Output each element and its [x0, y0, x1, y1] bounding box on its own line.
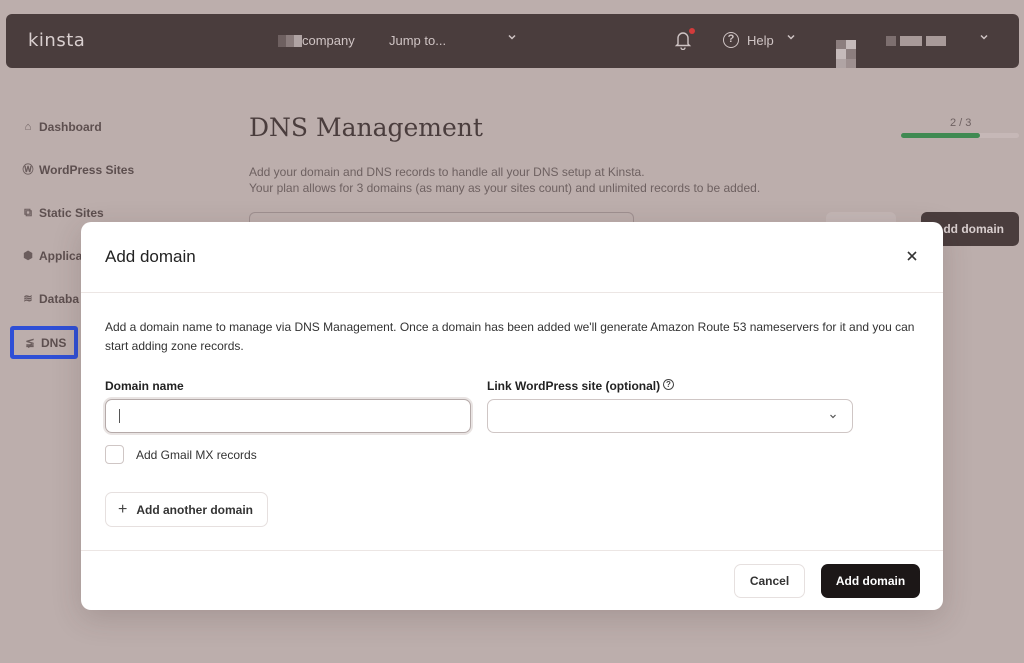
help-icon[interactable]: ?	[723, 32, 739, 48]
wordpress-icon: Ⓦ	[22, 164, 34, 176]
notification-dot	[689, 28, 695, 34]
footer-divider	[81, 550, 943, 551]
sidebar-item-label: WordPress Sites	[39, 163, 135, 177]
chevron-down-icon	[830, 414, 836, 419]
company-name: company	[302, 33, 355, 48]
static-site-icon: ⧉	[24, 207, 32, 219]
domain-name-label: Domain name	[105, 379, 184, 393]
add-domain-button[interactable]: Add domain	[821, 564, 920, 598]
sidebar-item-dns[interactable]: ≨ DNS	[10, 326, 78, 359]
domain-name-input[interactable]	[105, 399, 471, 433]
help-menu[interactable]: Help	[747, 33, 774, 48]
cancel-button[interactable]: Cancel	[734, 564, 805, 598]
modal-title: Add domain	[105, 247, 196, 266]
plus-icon: +	[118, 500, 128, 518]
dns-icon: ≨	[25, 336, 35, 349]
sidebar-item-wordpress-sites[interactable]: Ⓦ WordPress Sites	[22, 163, 135, 177]
database-icon: ≋	[23, 293, 33, 305]
kinsta-logo[interactable]: kinsta	[28, 30, 85, 51]
gmail-mx-label[interactable]: Add Gmail MX records	[136, 448, 257, 462]
add-domain-modal: Add domain Add a domain name to manage v…	[81, 222, 943, 610]
close-icon[interactable]	[905, 249, 919, 263]
company-avatar-redacted	[294, 34, 302, 47]
modal-description: Add a domain name to manage via DNS Mana…	[105, 320, 915, 353]
page-title: DNS Management	[249, 113, 483, 142]
domain-usage-fill	[901, 133, 980, 138]
user-name-redacted[interactable]	[886, 36, 946, 46]
chevron-down-icon[interactable]	[506, 31, 518, 46]
add-another-domain-label: Add another domain	[136, 502, 254, 517]
link-wordpress-site-select[interactable]	[487, 399, 853, 433]
help-icon[interactable]: ?	[663, 379, 674, 390]
sidebar-item-label: DNS	[41, 335, 67, 350]
sidebar-item-databases[interactable]: ≋ Databa	[22, 292, 79, 306]
sidebar-item-dashboard[interactable]: ⌂ Dashboard	[22, 120, 102, 134]
sidebar-item-label: Databa	[39, 292, 80, 306]
description-line: Add your domain and DNS records to handl…	[249, 165, 645, 179]
link-wordpress-site-label: Link WordPress site (optional)	[487, 379, 661, 393]
domain-usage-label: 2 / 3	[950, 117, 972, 129]
chevron-down-icon[interactable]	[978, 31, 990, 46]
home-icon: ⌂	[24, 121, 32, 133]
sidebar-item-label: Dashboard	[39, 120, 102, 134]
applications-icon: ⬢	[23, 250, 33, 262]
page-description: Add your domain and DNS records to handl…	[249, 164, 760, 196]
description-line: Your plan allows for 3 domains (as many …	[249, 181, 761, 195]
sidebar-item-label: Static Sites	[39, 206, 104, 220]
top-navigation-bar: kinsta company Jump to... ? Help	[6, 14, 1019, 68]
user-avatar[interactable]	[836, 40, 856, 68]
company-switcher[interactable]: company	[278, 33, 355, 48]
company-avatar-redacted	[286, 34, 294, 47]
add-another-domain-button[interactable]: + Add another domain	[105, 492, 268, 527]
text-caret	[119, 409, 120, 423]
sidebar-item-static-sites[interactable]: ⧉ Static Sites	[22, 206, 104, 220]
domain-usage-bar	[901, 133, 1019, 138]
sidebar-item-label: Applica	[39, 249, 83, 263]
chevron-down-icon[interactable]	[785, 31, 797, 46]
modal-header: Add domain	[81, 222, 943, 293]
gmail-mx-checkbox[interactable]	[105, 445, 124, 464]
company-avatar-redacted	[278, 34, 286, 47]
jump-to-select[interactable]: Jump to...	[389, 33, 446, 48]
sidebar-item-applications[interactable]: ⬢ Applica	[22, 249, 82, 263]
